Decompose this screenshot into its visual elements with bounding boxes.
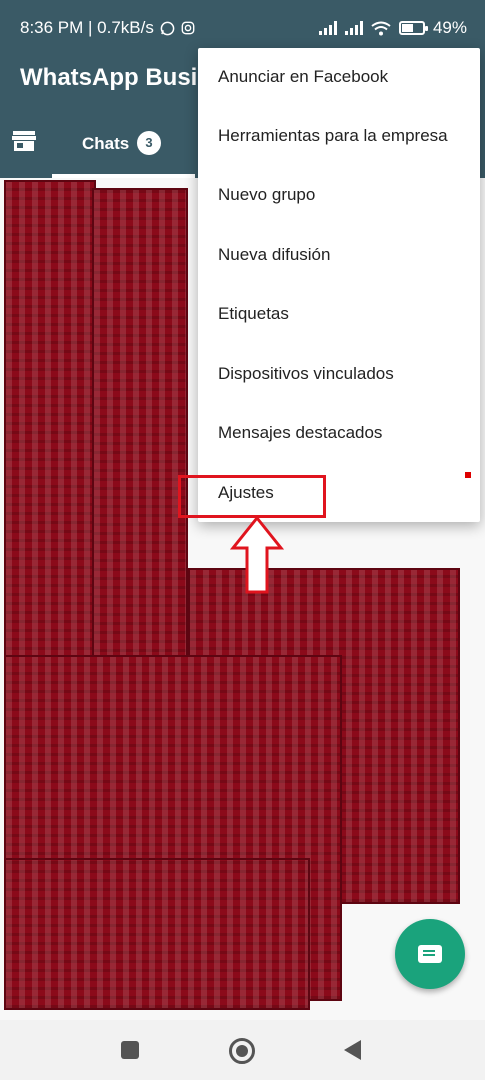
- wifi-icon: [371, 21, 391, 35]
- new-chat-icon: [418, 945, 442, 963]
- menu-item-label: Etiquetas: [218, 304, 289, 323]
- recents-icon[interactable]: [121, 1041, 139, 1059]
- menu-item-etiquetas[interactable]: Etiquetas: [198, 285, 480, 344]
- tab-chats[interactable]: Chats 3: [52, 118, 195, 178]
- status-time: 8:36 PM | 0.7kB/s: [20, 18, 154, 37]
- system-nav-bar: [0, 1020, 485, 1080]
- menu-item-label: Anunciar en Facebook: [218, 67, 389, 86]
- signal-icon: [318, 21, 337, 35]
- status-right: 49%: [318, 18, 467, 38]
- instagram-icon: [181, 21, 195, 35]
- arrow-up-icon: [230, 515, 284, 594]
- store-icon[interactable]: [12, 130, 36, 152]
- menu-item-anunciar[interactable]: Anunciar en Facebook: [198, 48, 480, 107]
- redacted-block: [92, 188, 188, 663]
- back-icon[interactable]: [344, 1040, 361, 1060]
- menu-item-nueva-difusion[interactable]: Nueva difusión: [198, 226, 480, 285]
- status-left: 8:36 PM | 0.7kB/s: [20, 18, 195, 38]
- redacted-block: [4, 858, 310, 1010]
- menu-item-label: Nueva difusión: [218, 245, 331, 264]
- menu-item-mensajes-destacados[interactable]: Mensajes destacados: [198, 404, 480, 463]
- app-title: WhatsApp Business: [20, 64, 200, 91]
- menu-item-label: Dispositivos vinculados: [218, 364, 394, 383]
- battery-icon: [398, 21, 428, 35]
- menu-item-dispositivos[interactable]: Dispositivos vinculados: [198, 345, 480, 404]
- menu-item-label: Mensajes destacados: [218, 423, 383, 442]
- unread-badge: 3: [137, 131, 161, 155]
- redacted-block: [4, 180, 96, 670]
- menu-item-nuevo-grupo[interactable]: Nuevo grupo: [198, 166, 480, 225]
- tab-chats-label: Chats: [82, 134, 130, 153]
- battery-percent: 49%: [432, 18, 467, 37]
- home-icon[interactable]: [229, 1038, 255, 1064]
- overflow-menu: Anunciar en Facebook Herramientas para l…: [198, 48, 480, 522]
- menu-item-label: Nuevo grupo: [218, 185, 316, 204]
- signal-icon: [344, 21, 363, 35]
- whatsapp-icon: [160, 21, 175, 35]
- menu-item-label: Herramientas para la empresa: [218, 126, 448, 145]
- highlight-box: [178, 475, 326, 518]
- menu-item-herramientas[interactable]: Herramientas para la empresa: [198, 107, 480, 166]
- red-marker: [465, 472, 471, 478]
- new-chat-button[interactable]: [395, 919, 465, 989]
- status-bar: 8:36 PM | 0.7kB/s 49%: [0, 0, 485, 54]
